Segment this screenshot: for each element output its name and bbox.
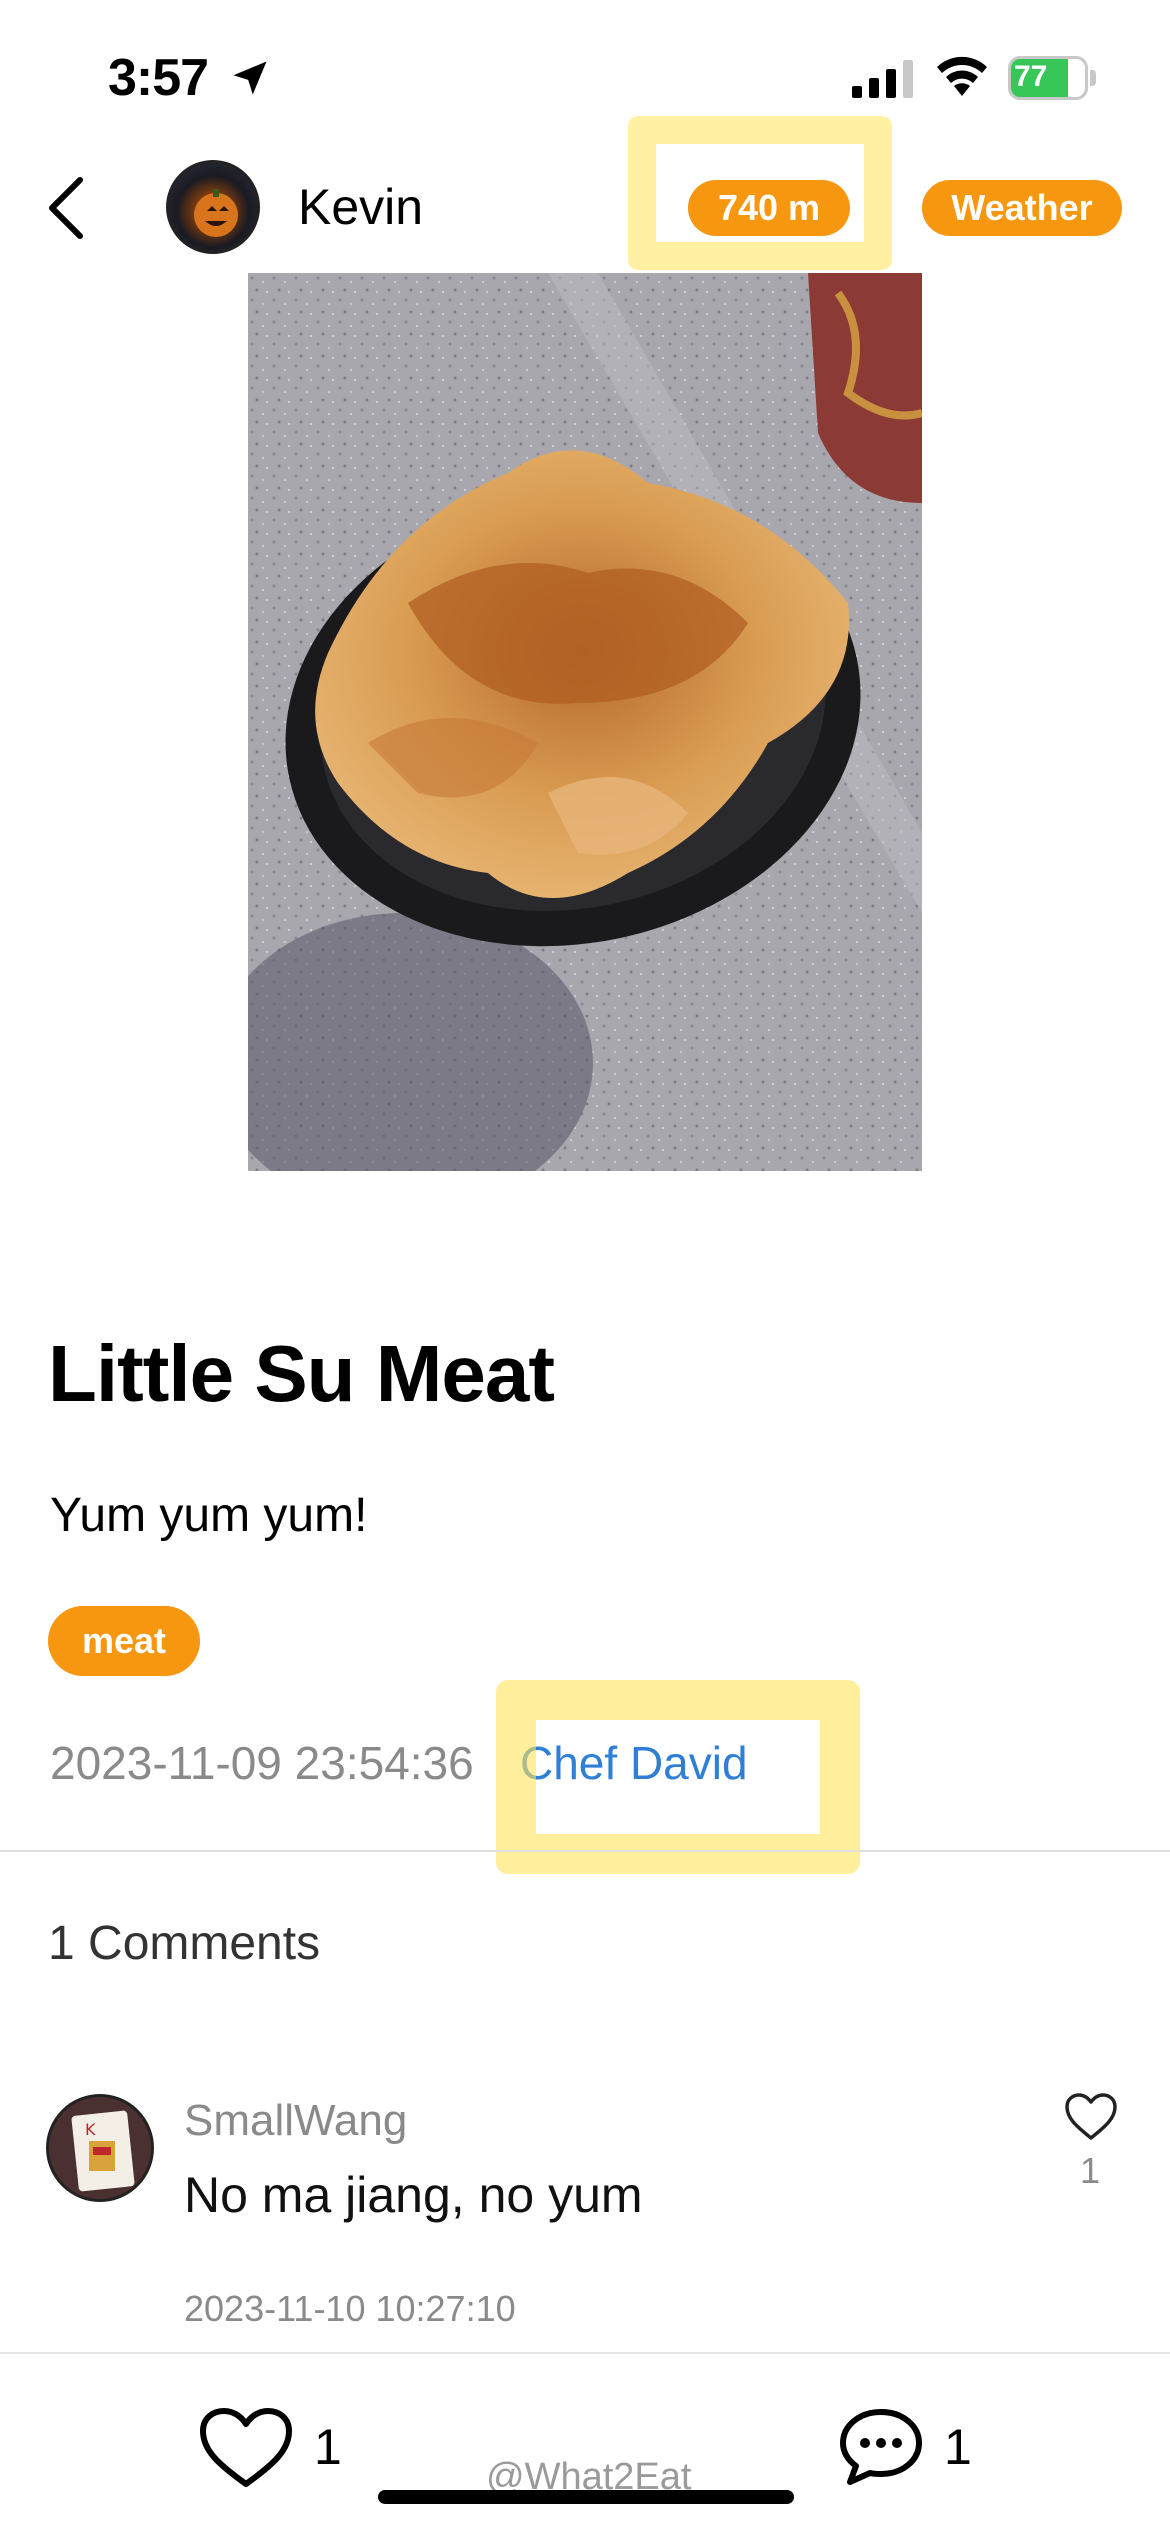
post-timestamp: 2023-11-09 23:54:36 [50,1737,474,1789]
user-avatar[interactable] [166,160,260,254]
like-count: 1 [314,2419,342,2475]
weather-button[interactable]: Weather [922,180,1122,236]
post-title: Little Su Meat [48,1329,555,1418]
playing-card-avatar-image: K [49,2097,151,2199]
comments-count: 1 Comments [48,1917,321,1970]
comment-bubble-icon[interactable] [838,2406,924,2488]
home-indicator[interactable] [378,2490,794,2504]
comment-timestamp: 2023-11-10 10:27:10 [184,2288,516,2329]
food-photo[interactable] [248,273,922,1171]
highlight-box-chef [496,1680,860,1874]
username[interactable]: Kevin [298,178,423,236]
comment-heart-icon[interactable] [1064,2092,1118,2142]
comment-count: 1 [944,2419,972,2475]
location-arrow-icon [233,61,267,95]
wifi-icon [937,56,987,96]
pumpkin-avatar-image [194,189,238,237]
like-heart-icon[interactable] [198,2406,294,2490]
comment-text: No ma jiang, no yum [184,2167,643,2223]
section-divider [0,1850,1170,1852]
status-time: 3:57 [108,49,209,107]
comment-like-count: 1 [1080,2150,1101,2191]
back-chevron-icon[interactable] [44,176,88,240]
comment-avatar[interactable]: K [46,2094,154,2202]
highlight-box-distance [628,116,892,270]
bottom-bar-divider [0,2352,1170,2354]
cellular-signal-icon [852,60,913,98]
comment-username[interactable]: SmallWang [184,2096,407,2146]
tag-badge[interactable]: meat [48,1606,200,1676]
post-description: Yum yum yum! [50,1489,368,1542]
battery-percent: 77 [1014,60,1048,93]
battery-icon: 77 [1008,56,1098,100]
svg-text:K: K [85,2120,96,2139]
